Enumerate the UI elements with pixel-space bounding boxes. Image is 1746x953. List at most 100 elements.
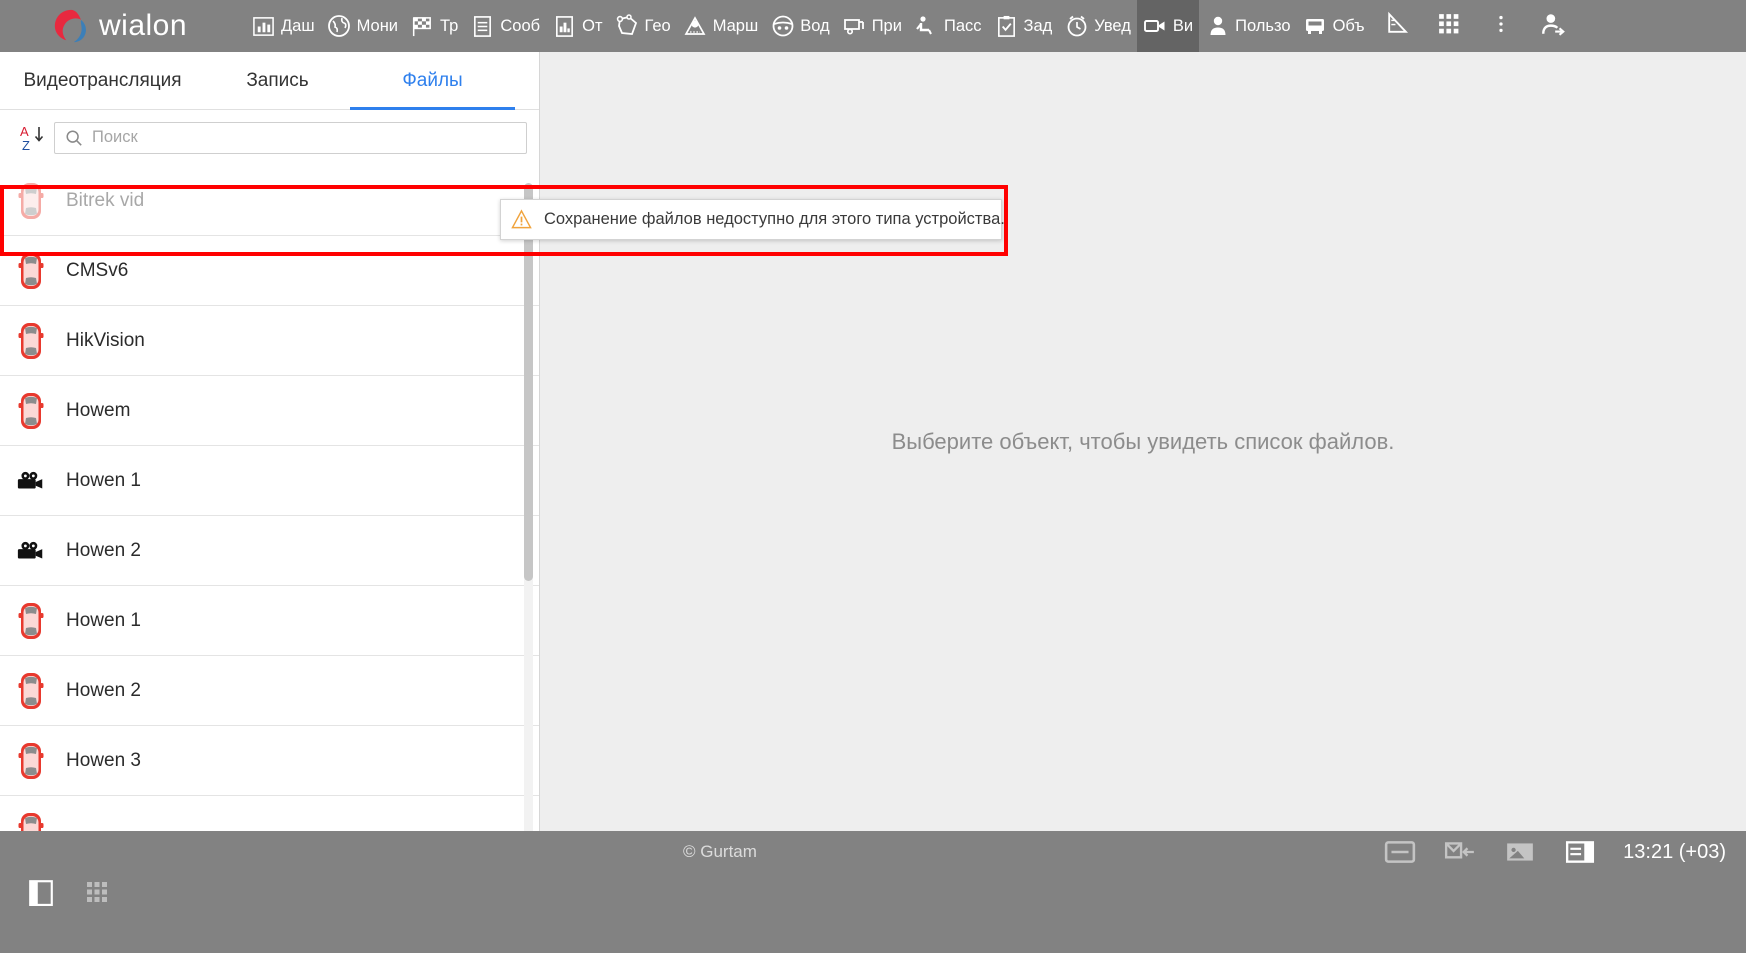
car-icon bbox=[14, 811, 48, 832]
nav-item-trailers[interactable]: При bbox=[836, 0, 908, 52]
search-icon bbox=[65, 129, 83, 147]
checkered-flag-icon bbox=[410, 14, 435, 39]
image-icon[interactable] bbox=[1503, 837, 1537, 867]
nav-item-tracks[interactable]: Тр bbox=[404, 0, 464, 52]
document-lines-icon bbox=[470, 14, 495, 39]
nav-item-label: Объ bbox=[1333, 17, 1365, 36]
nav-item-users[interactable]: Пользо bbox=[1199, 0, 1296, 52]
list-item[interactable]: CMSv6 bbox=[0, 236, 539, 306]
list-panel-icon[interactable] bbox=[1563, 837, 1597, 867]
nav-item-label: Гео bbox=[645, 17, 671, 36]
bottom-left-icons bbox=[0, 877, 138, 907]
trailer-icon bbox=[842, 14, 867, 39]
nav-item-drivers[interactable]: Вод bbox=[764, 0, 835, 52]
search-box[interactable] bbox=[54, 122, 527, 154]
nav-item-objects[interactable]: Объ bbox=[1297, 0, 1371, 52]
driver-face-icon bbox=[770, 14, 795, 39]
car-icon bbox=[14, 391, 48, 431]
nav-item-routes[interactable]: Марш bbox=[677, 0, 765, 52]
top-nav-items: Даш Мони Тр Сооб От bbox=[245, 0, 1746, 52]
tab-label: Файлы bbox=[402, 70, 462, 92]
globe-icon bbox=[327, 14, 352, 39]
top-navigation-bar: wialon Даш Мони Тр Сооб bbox=[0, 0, 1746, 52]
panel-toggle-icon[interactable] bbox=[26, 877, 56, 907]
tab-videostream[interactable]: Видеотрансляция bbox=[0, 52, 205, 109]
nav-item-tools[interactable] bbox=[1371, 0, 1423, 52]
bottom-right-area: 13:21 (+03) bbox=[1383, 837, 1726, 867]
bus-icon bbox=[1303, 14, 1328, 39]
tab-label: Запись bbox=[246, 70, 308, 92]
route-marker-icon bbox=[683, 14, 708, 39]
nav-item-geofences[interactable]: Гео bbox=[609, 0, 677, 52]
tab-files[interactable]: Файлы bbox=[350, 52, 515, 109]
nav-logout-button[interactable] bbox=[1527, 0, 1579, 52]
nav-item-passengers[interactable]: Пасс bbox=[908, 0, 988, 52]
nav-item-label: От bbox=[582, 17, 602, 36]
user-icon bbox=[1205, 14, 1230, 39]
movie-camera-icon bbox=[14, 531, 48, 571]
nav-item-label: Ви bbox=[1173, 17, 1193, 36]
geofence-polygon-icon bbox=[615, 14, 640, 39]
sort-alpha-desc-icon[interactable]: A Z bbox=[12, 118, 54, 158]
bar-chart-icon bbox=[251, 14, 276, 39]
sort-a-letter: A bbox=[20, 124, 29, 139]
list-item[interactable]: Howen 2 bbox=[0, 656, 539, 726]
list-item[interactable]: Howen 1 bbox=[0, 446, 539, 516]
nav-more-menu-button[interactable] bbox=[1475, 0, 1527, 52]
left-panel: Видеотрансляция Запись Файлы A Z bbox=[0, 52, 540, 831]
nav-item-video[interactable]: Ви bbox=[1137, 0, 1199, 52]
nav-item-monitoring[interactable]: Мони bbox=[321, 0, 404, 52]
nav-item-notifications[interactable]: Увед bbox=[1058, 0, 1137, 52]
list-item-label: Howem bbox=[66, 400, 130, 422]
mail-reply-icon[interactable] bbox=[1443, 837, 1477, 867]
list-item[interactable]: Howem bbox=[0, 376, 539, 446]
car-icon bbox=[14, 251, 48, 291]
search-toolbar: A Z bbox=[0, 110, 539, 165]
list-item-label: Bitrek vid bbox=[66, 190, 144, 212]
nav-item-label: Пользо bbox=[1235, 17, 1290, 36]
list-item[interactable]: Howen 1 bbox=[0, 586, 539, 656]
bottom-status-bar: © Gurtam 13:21 (+03) bbox=[0, 831, 1746, 953]
nav-apps-grid-button[interactable] bbox=[1423, 0, 1475, 52]
files-content-area: Выберите объект, чтобы увидеть список фа… bbox=[540, 52, 1746, 831]
nav-item-tasks[interactable]: Зад bbox=[988, 0, 1059, 52]
sort-z-letter: Z bbox=[22, 138, 30, 153]
copyright-label: © Gurtam bbox=[683, 842, 757, 862]
tab-label: Видеотрансляция bbox=[23, 70, 181, 92]
video-tabs: Видеотрансляция Запись Файлы bbox=[0, 52, 539, 110]
kebab-menu-icon bbox=[1490, 13, 1512, 40]
tab-recording[interactable]: Запись bbox=[205, 52, 350, 109]
list-item[interactable]: HikVision bbox=[0, 306, 539, 376]
list-item[interactable]: Howen 3 bbox=[0, 726, 539, 796]
nav-item-label: Мони bbox=[357, 17, 398, 36]
nav-item-reports[interactable]: От bbox=[546, 0, 608, 52]
app-logo[interactable]: wialon bbox=[0, 0, 245, 52]
list-item[interactable] bbox=[0, 796, 539, 831]
object-list[interactable]: Bitrek vid CMSv6 bbox=[0, 166, 539, 831]
app-logo-text: wialon bbox=[99, 9, 187, 43]
warning-tooltip: Сохранение файлов недоступно для этого т… bbox=[500, 199, 1002, 240]
nav-item-label: Зад bbox=[1024, 17, 1053, 36]
list-item-label: Howen 1 bbox=[66, 470, 141, 492]
nav-item-label: Сооб bbox=[500, 17, 540, 36]
object-list-scrollbar-thumb[interactable] bbox=[524, 183, 533, 581]
apps-grid-icon[interactable] bbox=[82, 877, 112, 907]
search-input[interactable] bbox=[92, 128, 516, 147]
report-chart-icon bbox=[552, 14, 577, 39]
video-camera-icon bbox=[1143, 14, 1168, 39]
car-icon bbox=[14, 601, 48, 641]
list-item[interactable]: Howen 2 bbox=[0, 516, 539, 586]
nav-item-dashboard[interactable]: Даш bbox=[245, 0, 321, 52]
window-minimize-icon[interactable] bbox=[1383, 837, 1417, 867]
warning-tooltip-text: Сохранение файлов недоступно для этого т… bbox=[544, 210, 1005, 229]
nav-item-label: Вод bbox=[800, 17, 829, 36]
nav-item-label: Даш bbox=[281, 17, 315, 36]
nav-item-label: Тр bbox=[440, 17, 458, 36]
list-item[interactable]: Bitrek vid bbox=[0, 166, 539, 236]
nav-item-messages[interactable]: Сооб bbox=[464, 0, 546, 52]
warning-triangle-icon bbox=[511, 209, 532, 230]
car-icon bbox=[14, 671, 48, 711]
list-item-label: Howen 2 bbox=[66, 540, 141, 562]
list-item-label: Howen 3 bbox=[66, 750, 141, 772]
car-icon bbox=[14, 321, 48, 361]
